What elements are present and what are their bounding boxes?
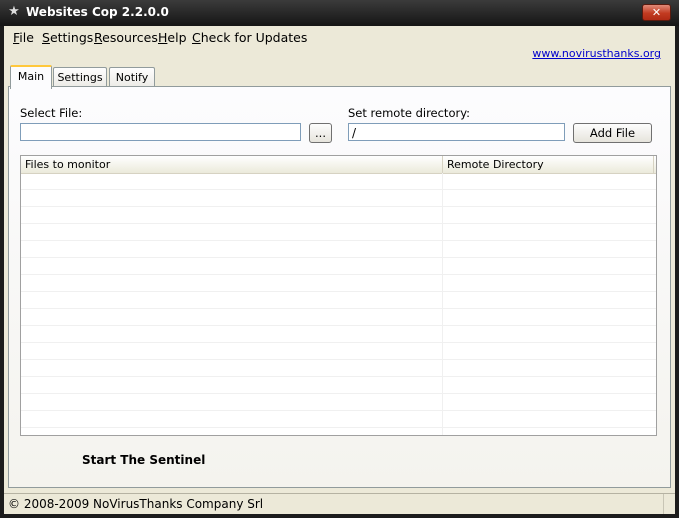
main-tab-panel: Select File: ... Set remote directory: /… (8, 86, 671, 488)
menu-file[interactable]: File (13, 30, 34, 45)
website-link[interactable]: www.novirusthanks.org (532, 47, 661, 60)
column-remote-directory[interactable]: Remote Directory (443, 156, 654, 173)
add-file-button[interactable]: Add File (573, 123, 652, 143)
list-row-empty (21, 224, 656, 241)
list-row-empty (21, 309, 656, 326)
menu-bar: File Settings Resources Help Check for U… (4, 26, 675, 48)
list-row-empty (21, 207, 656, 224)
select-file-label: Select File: (20, 106, 83, 120)
list-row-empty (21, 411, 656, 428)
menu-resources[interactable]: Resources (94, 30, 158, 45)
select-file-input[interactable] (20, 123, 301, 141)
close-button[interactable]: ✕ (642, 4, 671, 21)
remote-directory-input[interactable]: / (348, 123, 565, 141)
list-row-empty (21, 377, 656, 394)
status-bar: © 2008-2009 NoVirusThanks Company Srl (4, 493, 675, 515)
menu-help[interactable]: Help (158, 30, 187, 45)
title-bar: ★ Websites Cop 2.2.0.0 ✕ (0, 0, 679, 26)
list-row-empty (21, 326, 656, 343)
remote-directory-label: Set remote directory: (348, 106, 471, 120)
list-row-empty (21, 292, 656, 309)
browse-button[interactable]: ... (309, 123, 332, 143)
start-sentinel-button[interactable]: Start The Sentinel (82, 453, 205, 467)
window-title: Websites Cop 2.2.0.0 (26, 5, 169, 19)
list-header: Files to monitor Remote Directory (21, 156, 656, 174)
copyright-text: © 2008-2009 NoVirusThanks Company Srl (8, 497, 264, 511)
list-row-empty (21, 258, 656, 275)
list-row-empty (21, 241, 656, 258)
tab-settings[interactable]: Settings (53, 67, 107, 87)
list-row-empty (21, 190, 656, 207)
app-icon: ★ (8, 4, 20, 19)
menu-check-for-updates[interactable]: Check for Updates (192, 30, 307, 45)
tab-notify[interactable]: Notify (109, 67, 155, 87)
list-row-empty (21, 343, 656, 360)
list-row-empty (21, 275, 656, 292)
tab-main[interactable]: Main (10, 65, 52, 89)
list-row-empty (21, 360, 656, 377)
files-list[interactable]: Files to monitor Remote Directory (20, 155, 657, 436)
column-files-to-monitor[interactable]: Files to monitor (21, 156, 443, 173)
window-client: File Settings Resources Help Check for U… (4, 26, 675, 514)
list-row-empty (21, 173, 656, 190)
menu-settings[interactable]: Settings (42, 30, 93, 45)
list-row-empty (21, 394, 656, 411)
